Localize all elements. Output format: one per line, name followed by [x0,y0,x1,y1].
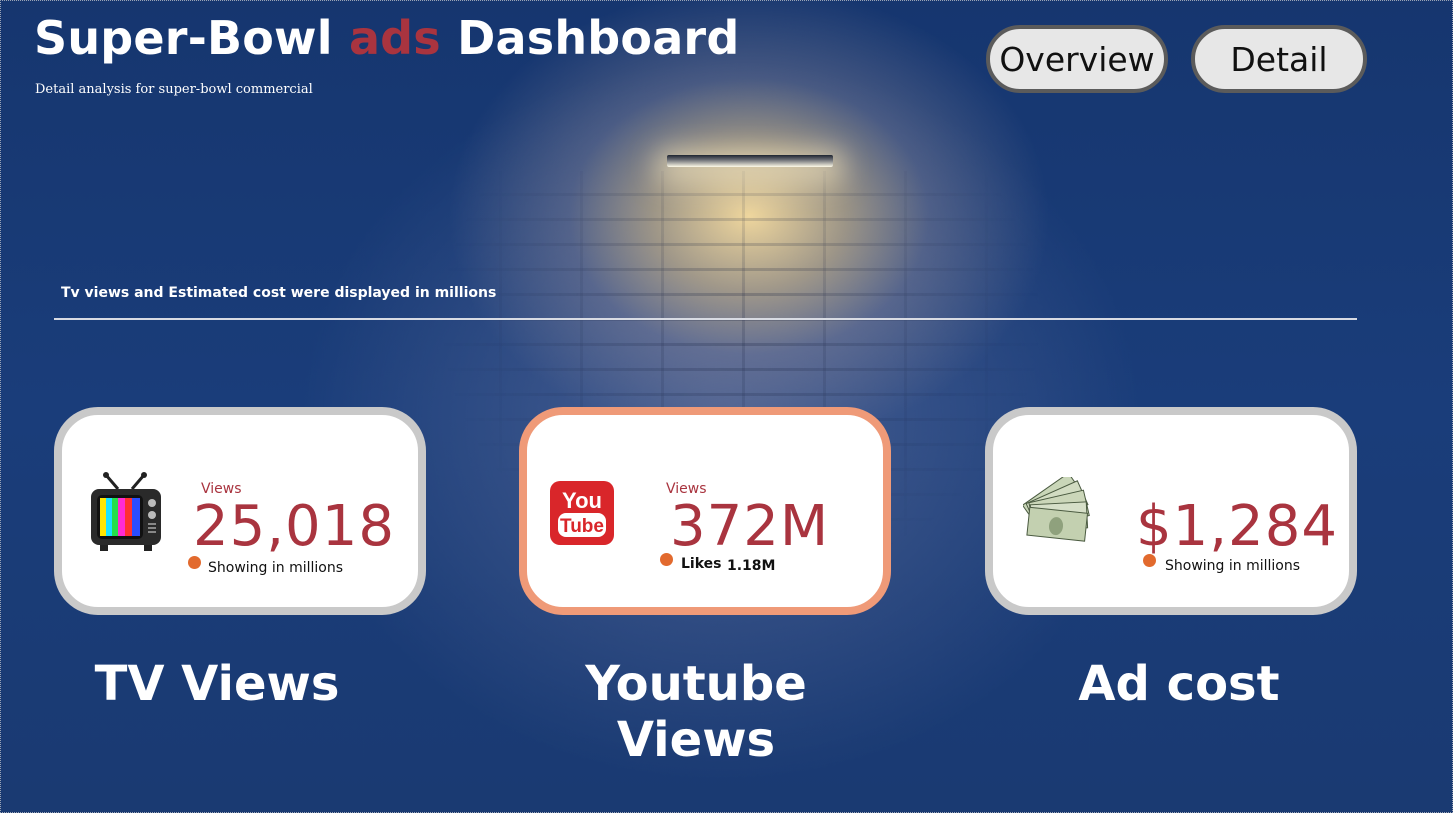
ad-cost-value: $1,284 [1136,494,1338,559]
ad-cost-bullet-dot [1143,554,1156,567]
ad-cost-footnote: Showing in millions [1165,558,1301,574]
tv-views-caption: TV Views [94,656,340,712]
overview-button[interactable]: Overview [986,25,1168,93]
page-subtitle: Detail analysis for super-bowl commercia… [35,82,313,97]
tv-views-footnote: Showing in millions [208,560,344,576]
divider-line [54,318,1357,320]
retro-tv-icon [88,471,164,559]
youtube-likes-value: 1.18M [727,558,776,574]
youtube-bullet-dot [660,553,673,566]
youtube-views-card: You Tube Views 372M Likes 1.18M [519,407,891,615]
youtube-icon-bottom-text: Tube [560,516,604,537]
money-stack-icon [1021,472,1103,557]
dashboard-canvas: Super-Bowl ads Dashboard Detail analysis… [0,0,1453,813]
title-part-1: Super-Bowl [34,11,333,65]
wall-lamp [667,155,833,167]
tv-bullet-dot [188,556,201,569]
youtube-icon: You Tube [550,481,614,549]
youtube-views-value: 372M [670,494,830,559]
tv-views-card: Views 25,018 Showing in millions [54,407,426,615]
detail-button[interactable]: Detail [1191,25,1367,93]
ad-cost-card: $1,284 Showing in millions [985,407,1357,615]
title-part-2: Dashboard [457,11,740,65]
ad-cost-caption: Ad cost [1078,656,1280,712]
units-note: Tv views and Estimated cost were display… [61,285,497,301]
youtube-icon-top-text: You [562,488,602,513]
tv-views-value: 25,018 [193,494,395,559]
youtube-views-caption: Youtube Views [585,656,807,768]
youtube-likes-label: Likes [681,556,722,572]
page-title: Super-Bowl ads Dashboard [34,11,739,65]
title-accent: ads [348,11,441,65]
